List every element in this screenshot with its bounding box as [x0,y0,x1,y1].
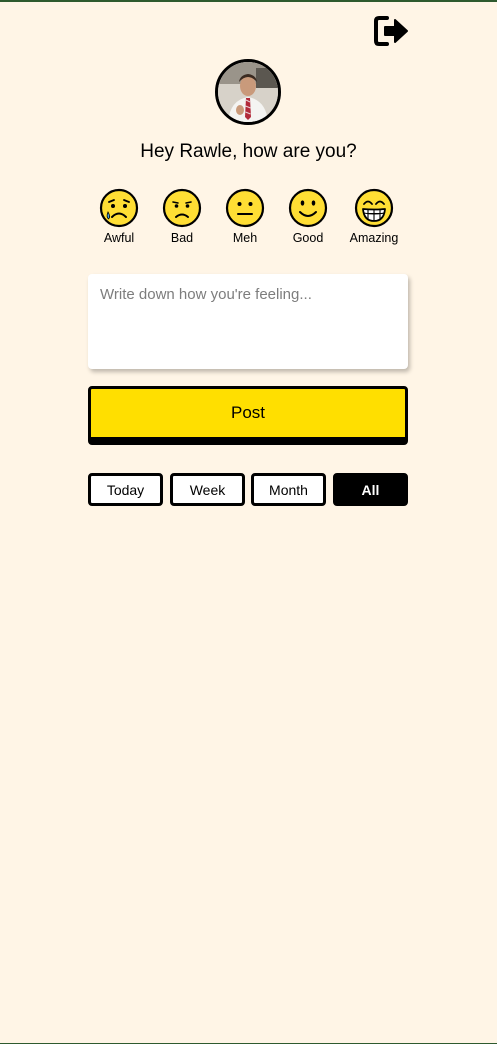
time-filter-group: Today Week Month All [88,473,408,506]
mood-awful[interactable]: Awful [84,188,154,245]
mood-label: Good [292,231,324,245]
post-button[interactable]: Post [88,386,408,445]
grinning-face-icon [354,188,394,228]
filter-today-button[interactable]: Today [88,473,163,506]
mood-amazing[interactable]: Amazing [339,188,409,245]
neutral-face-icon [225,188,265,228]
mood-label: Bad [170,231,194,245]
filter-month-button[interactable]: Month [251,473,326,506]
mood-selector: Awful Bad Meh Good Amazing [0,188,497,252]
mood-label: Awful [103,231,135,245]
avatar [215,59,281,125]
smiling-face-icon [288,188,328,228]
filter-week-button[interactable]: Week [170,473,245,506]
mood-label: Amazing [349,231,399,245]
journal-input[interactable] [88,274,408,369]
mood-meh[interactable]: Meh [210,188,280,245]
filter-all-button[interactable]: All [333,473,408,506]
crying-face-icon [99,188,139,228]
greeting-text: Hey Rawle, how are you? [140,141,357,162]
mood-good[interactable]: Good [273,188,343,245]
frowning-face-icon [162,188,202,228]
logout-icon[interactable] [373,14,411,48]
mood-bad[interactable]: Bad [147,188,217,245]
mood-label: Meh [232,231,258,245]
